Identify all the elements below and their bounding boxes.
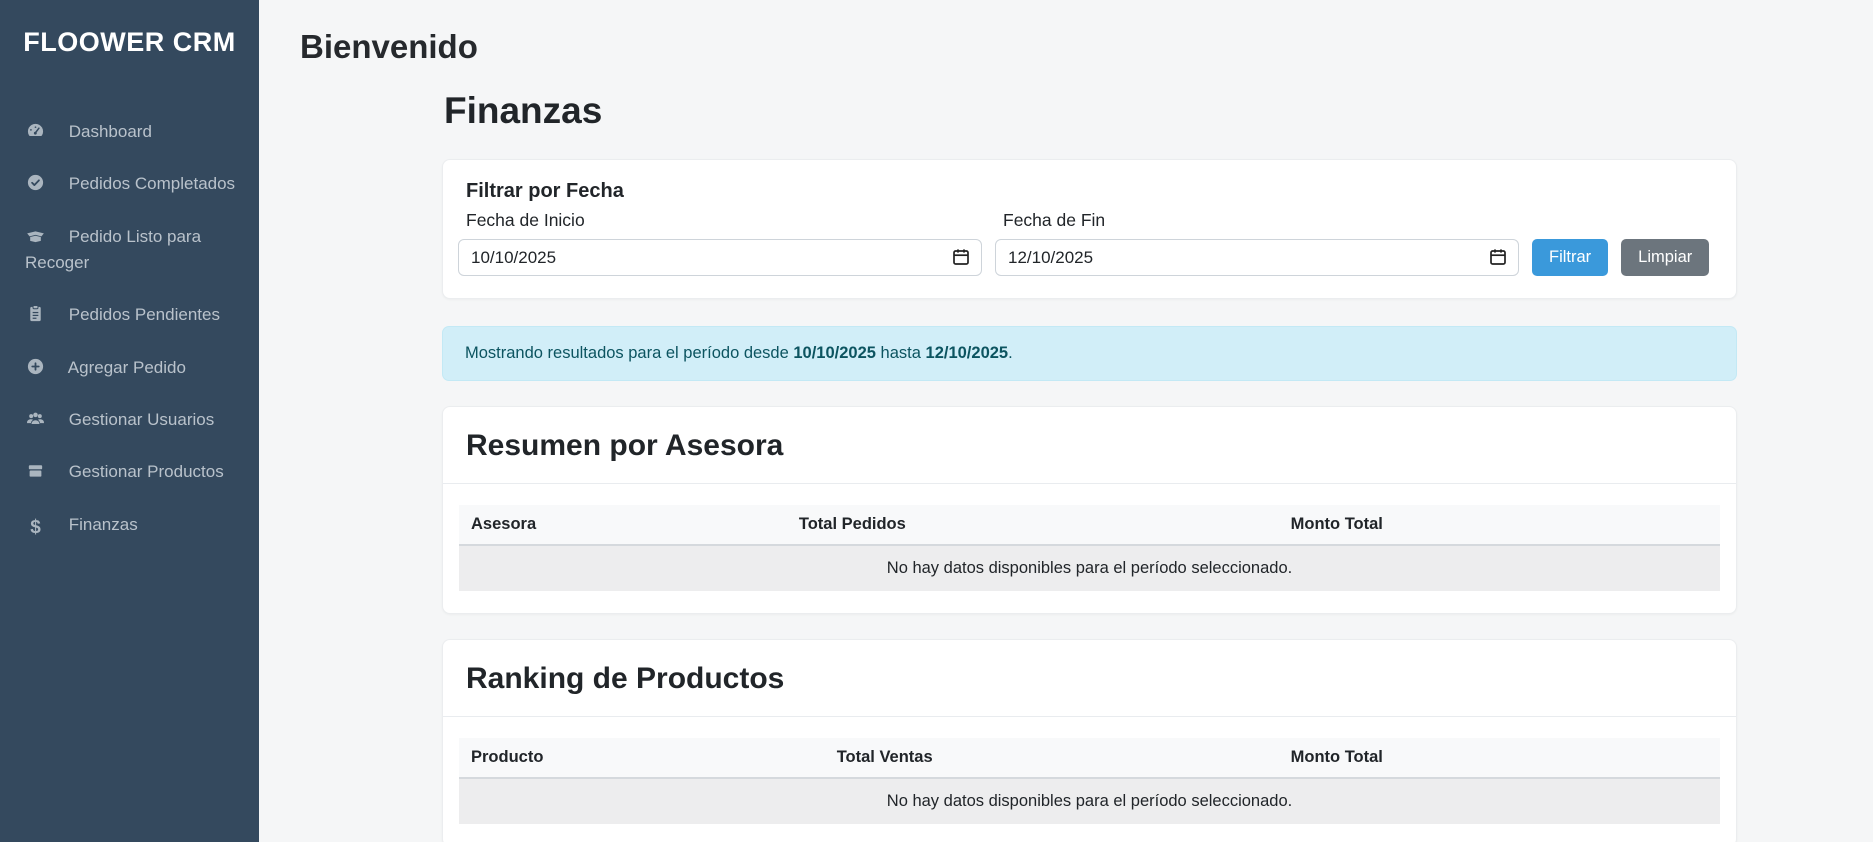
sidebar-item-label: Gestionar Usuarios	[69, 410, 215, 429]
finanzas-heading: Finanzas	[444, 90, 1737, 132]
clear-button[interactable]: Limpiar	[1621, 239, 1709, 276]
check-circle-icon	[25, 173, 46, 191]
column-header-total-pedidos: Total Pedidos	[787, 505, 1279, 545]
alert-end-date: 12/10/2025	[926, 344, 1009, 362]
finanzas-container: Finanzas Filtrar por Fecha Fecha de Inic…	[442, 90, 1737, 842]
empty-state-message: No hay datos disponibles para el período…	[459, 778, 1720, 824]
column-header-monto-total: Monto Total	[1279, 505, 1720, 545]
gauge-icon	[25, 121, 46, 139]
sidebar-item-label: Agregar Pedido	[68, 358, 186, 377]
alert-start-date: 10/10/2025	[793, 344, 876, 362]
column-header-producto: Producto	[459, 738, 825, 778]
sidebar-item-label: Pedidos Completados	[69, 174, 235, 193]
users-icon	[25, 409, 46, 427]
plus-circle-icon	[25, 357, 46, 375]
results-alert: Mostrando resultados para el período des…	[442, 326, 1737, 381]
advisor-summary-title: Resumen por Asesora	[466, 429, 1713, 463]
sidebar-item-finanzas[interactable]: $ Finanzas	[0, 499, 259, 551]
sidebar-item-gestionar-usuarios[interactable]: Gestionar Usuarios	[0, 394, 259, 446]
column-header-asesora: Asesora	[459, 505, 787, 545]
advisor-summary-card: Resumen por Asesora Asesora Total Pedido…	[442, 406, 1737, 614]
product-ranking-card: Ranking de Productos Producto Total Vent…	[442, 639, 1737, 842]
welcome-heading: Bienvenido	[300, 28, 1873, 66]
sidebar-item-agregar-pedido[interactable]: Agregar Pedido	[0, 342, 259, 394]
sidebar: FLOOWER CRM Dashboard Pedidos Completado…	[0, 0, 259, 842]
box-open-icon	[25, 226, 46, 244]
alert-text: .	[1008, 344, 1013, 362]
box-icon	[25, 461, 46, 479]
calendar-icon[interactable]	[1488, 247, 1508, 267]
end-date-label: Fecha de Fin	[1003, 210, 1519, 231]
sidebar-item-gestionar-productos[interactable]: Gestionar Productos	[0, 446, 259, 498]
end-date-input[interactable]	[995, 239, 1519, 276]
filter-title: Filtrar por Fecha	[466, 180, 1721, 203]
table-row: No hay datos disponibles para el período…	[459, 778, 1720, 824]
sidebar-item-pedidos-pendientes[interactable]: Pedidos Pendientes	[0, 289, 259, 341]
start-date-input[interactable]	[458, 239, 982, 276]
clipboard-icon	[25, 304, 46, 322]
date-filter-card: Filtrar por Fecha Fecha de Inicio Fecha …	[442, 159, 1737, 299]
main-content: Bienvenido Finanzas Filtrar por Fecha Fe…	[259, 0, 1873, 842]
dollar-icon: $	[25, 513, 46, 531]
start-date-label: Fecha de Inicio	[466, 210, 982, 231]
sidebar-item-label: Pedido Listo para Recoger	[25, 227, 201, 272]
start-date-field: Fecha de Inicio	[458, 210, 982, 276]
table-row: No hay datos disponibles para el período…	[459, 545, 1720, 591]
column-header-total-ventas: Total Ventas	[825, 738, 1279, 778]
alert-text: hasta	[876, 344, 926, 362]
filter-button[interactable]: Filtrar	[1532, 239, 1608, 276]
column-header-monto-total: Monto Total	[1279, 738, 1720, 778]
calendar-icon[interactable]	[951, 247, 971, 267]
product-ranking-title: Ranking de Productos	[466, 662, 1713, 696]
alert-text: Mostrando resultados para el período des…	[465, 344, 793, 362]
advisor-summary-table: Asesora Total Pedidos Monto Total No hay…	[459, 505, 1720, 591]
sidebar-item-dashboard[interactable]: Dashboard	[0, 106, 259, 158]
sidebar-item-label: Gestionar Productos	[69, 462, 224, 481]
app-title: FLOOWER CRM	[0, 0, 259, 58]
sidebar-item-label: Pedidos Pendientes	[69, 305, 220, 324]
sidebar-item-label: Dashboard	[69, 122, 152, 141]
sidebar-item-label: Finanzas	[69, 515, 138, 534]
sidebar-item-pedido-listo[interactable]: Pedido Listo para Recoger	[0, 211, 259, 290]
empty-state-message: No hay datos disponibles para el período…	[459, 545, 1720, 591]
sidebar-item-pedidos-completados[interactable]: Pedidos Completados	[0, 158, 259, 210]
sidebar-nav: Dashboard Pedidos Completados Pedido Lis…	[0, 106, 259, 551]
end-date-field: Fecha de Fin	[995, 210, 1519, 276]
product-ranking-table: Producto Total Ventas Monto Total No hay…	[459, 738, 1720, 824]
